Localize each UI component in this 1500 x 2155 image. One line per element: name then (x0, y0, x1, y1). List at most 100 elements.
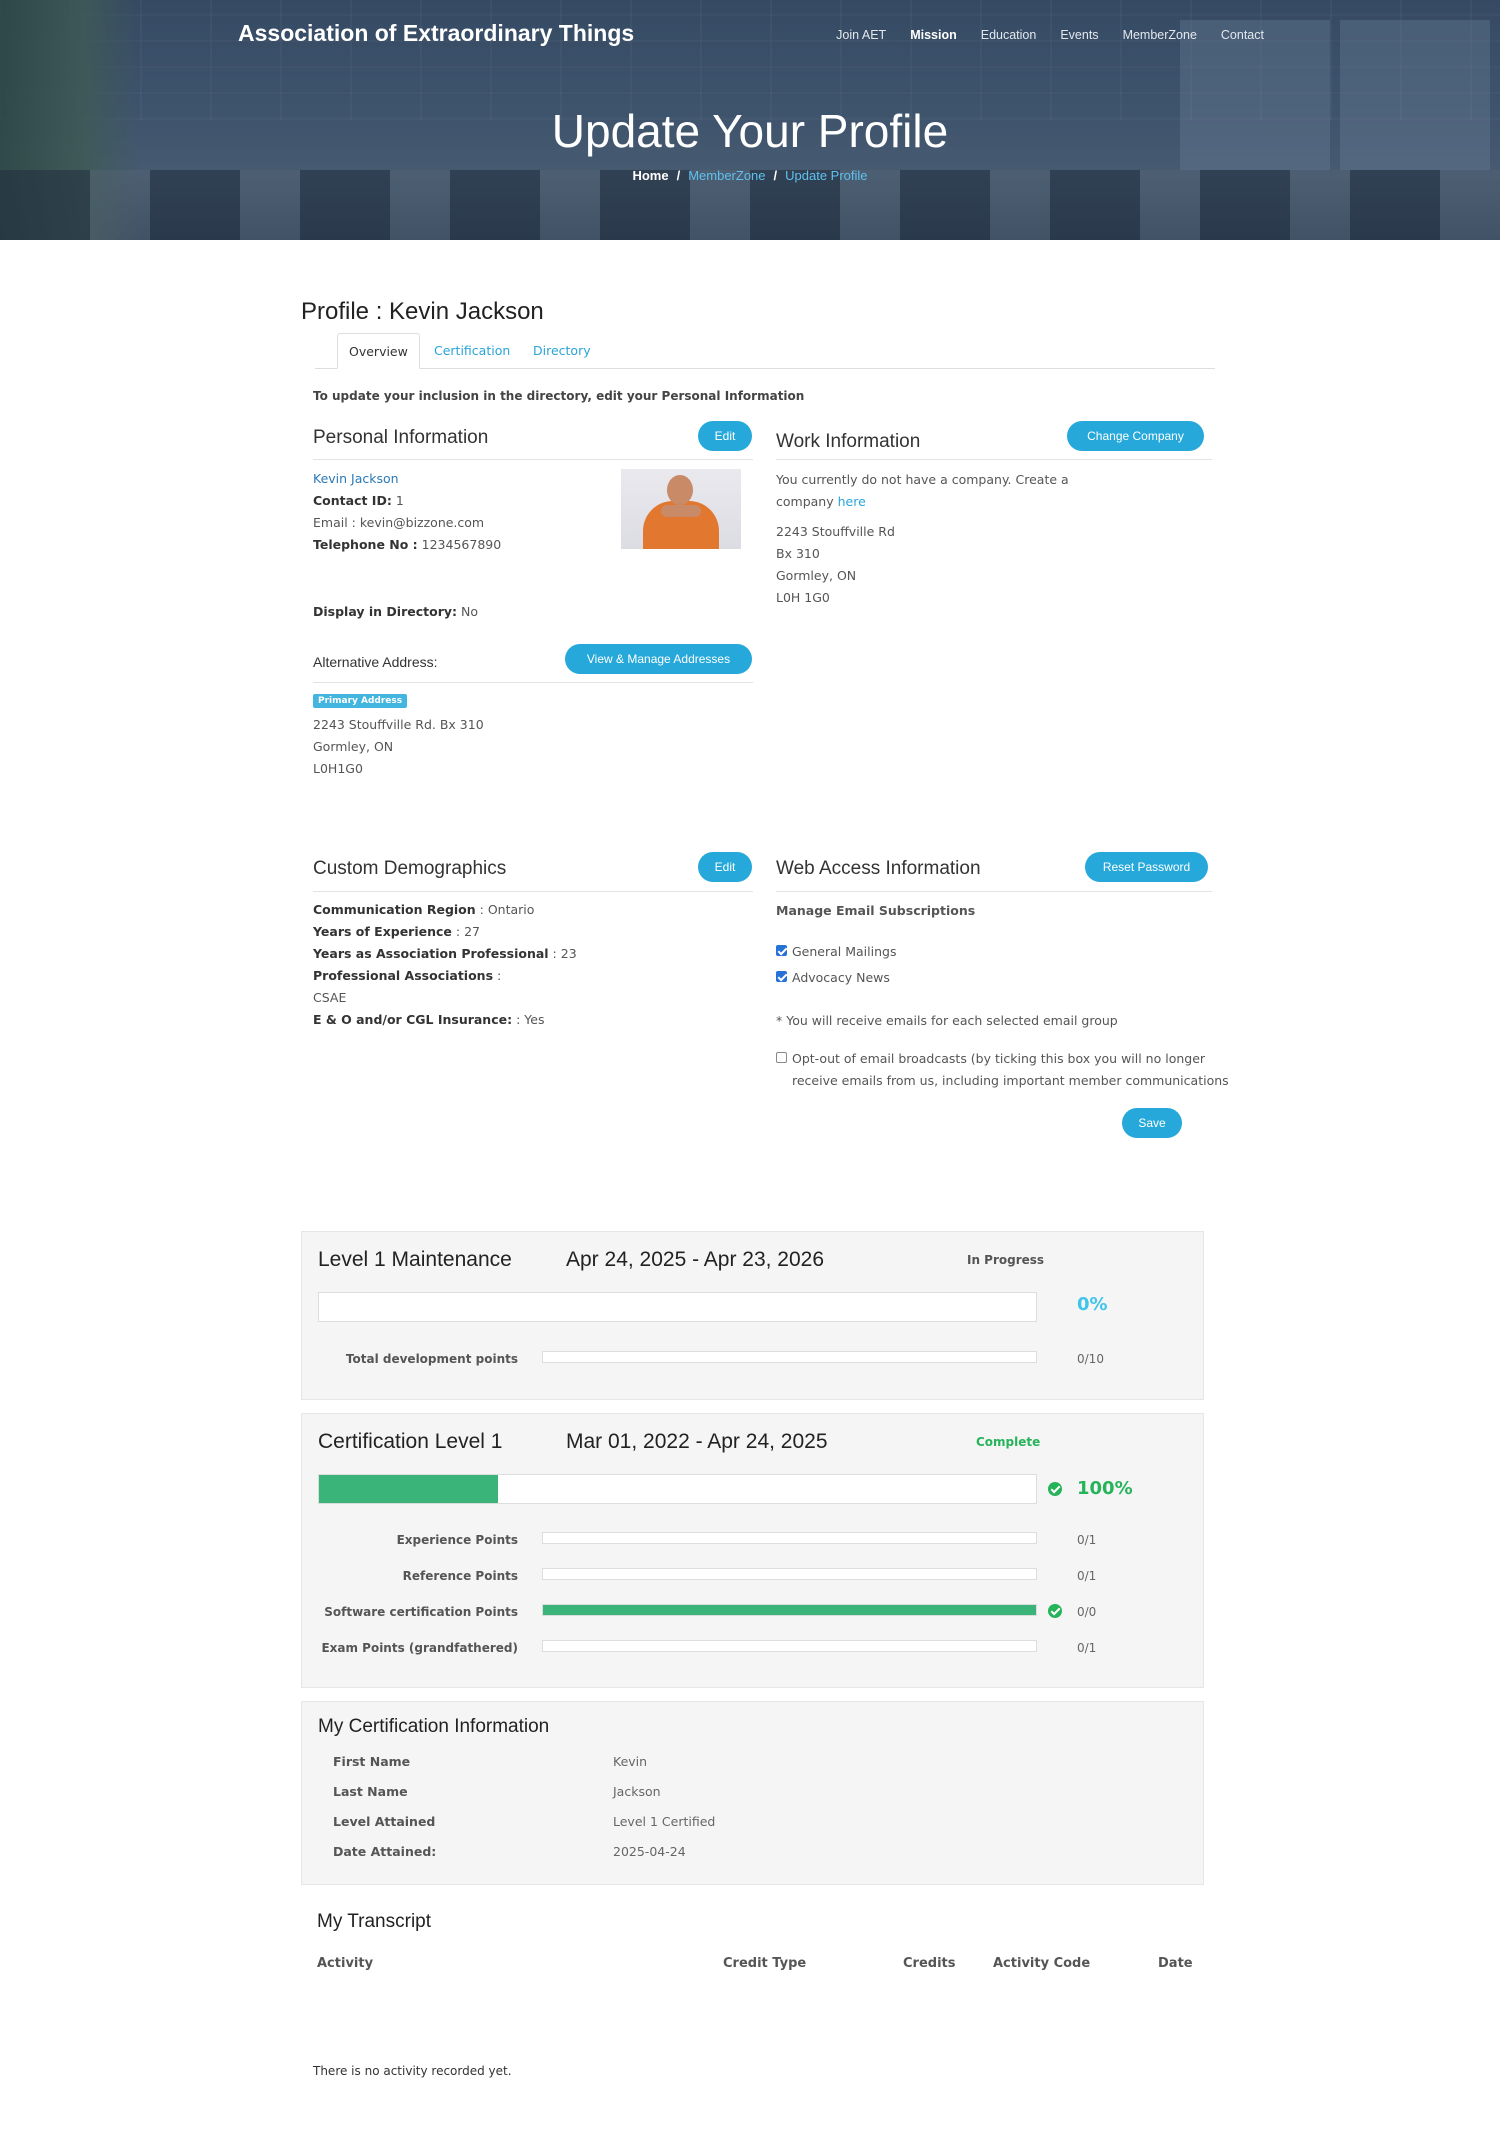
photo-head (667, 475, 693, 505)
no-company-text: You currently do not have a company. Cre… (776, 472, 1069, 487)
tab-directory[interactable]: Directory (522, 333, 602, 369)
advocacy-news-checkbox[interactable] (776, 971, 787, 982)
points-label: Exam Points (grandfathered) (321, 1641, 518, 1655)
nav-join[interactable]: Join AET (836, 28, 886, 42)
alt-address-title: Alternative Address: (313, 654, 438, 670)
transcript-empty: There is no activity recorded yet. (313, 2064, 512, 2078)
member-name-link[interactable]: Kevin Jackson (313, 471, 399, 486)
edit-demographics-button[interactable]: Edit (698, 852, 752, 882)
cert-info-label: Last Name (333, 1784, 408, 1799)
demo-value: Ontario (487, 902, 535, 917)
change-company-button[interactable]: Change Company (1067, 421, 1204, 451)
points-bar (542, 1351, 1037, 1363)
profile-photo (621, 469, 741, 549)
demo-sep: : (493, 968, 502, 983)
demo-label: Years as Association Professional (313, 946, 549, 961)
edit-personal-button[interactable]: Edit (698, 421, 752, 451)
nav-mission[interactable]: Mission (910, 28, 957, 42)
points-value: 0/1 (1077, 1533, 1097, 1547)
no-company-text: company (776, 494, 834, 509)
transcript-title: My Transcript (317, 1911, 432, 1932)
cert-info-label: Level Attained (333, 1814, 436, 1829)
nav-education[interactable]: Education (981, 28, 1037, 42)
work-address-line: Bx 310 (776, 546, 820, 561)
optout-label: Opt-out of email broadcasts (by ticking … (792, 1048, 1229, 1092)
certification-title: Certification Level 1 (318, 1430, 503, 1453)
display-label: Display in Directory: (313, 604, 458, 619)
alt-address-line: 2243 Stouffville Rd. Bx 310 (313, 717, 484, 732)
nav-memberzone[interactable]: MemberZone (1123, 28, 1197, 42)
profile-tabs: Overview Certification Directory (315, 333, 1215, 369)
divider (313, 682, 753, 683)
divider (313, 459, 753, 460)
tab-overview[interactable]: Overview (337, 333, 420, 369)
telephone-value: 1234567890 (421, 537, 502, 552)
points-bar (542, 1604, 1037, 1616)
optout-text: receive emails from us, including import… (792, 1073, 1229, 1088)
primary-address-badge: Primary Address (313, 694, 408, 708)
contact-id-value: 1 (395, 493, 404, 508)
transcript-col-activity-code[interactable]: Activity Code (993, 1956, 1090, 1971)
general-mailings-label: General Mailings (792, 944, 897, 959)
optout-checkbox[interactable] (776, 1052, 787, 1063)
nav-events[interactable]: Events (1060, 28, 1098, 42)
cert-info-value: 2025-04-24 (613, 1844, 686, 1859)
subscription-note: * You will receive emails for each selec… (776, 1013, 1118, 1028)
certification-progress-fill (319, 1475, 499, 1503)
breadcrumb-home[interactable]: Home (632, 168, 668, 183)
transcript-col-activity[interactable]: Activity (317, 1956, 373, 1971)
demo-sep: : (548, 946, 561, 961)
transcript-col-credits[interactable]: Credits (903, 1956, 955, 1971)
manage-addresses-button[interactable]: View & Manage Addresses (565, 644, 752, 674)
demo-sep: : (451, 924, 465, 939)
points-value: 0/0 (1077, 1605, 1097, 1619)
work-info-title: Work Information (776, 431, 921, 452)
points-value: 0/1 (1077, 1641, 1097, 1655)
transcript-col-date[interactable]: Date (1158, 1956, 1193, 1971)
points-label: Experience Points (396, 1533, 518, 1547)
personal-info-title: Personal Information (313, 427, 489, 448)
general-mailings-checkbox[interactable] (776, 945, 787, 956)
nav-contact[interactable]: Contact (1221, 28, 1264, 42)
demo-sep: : (475, 902, 488, 917)
breadcrumb-memberzone[interactable]: MemberZone (688, 168, 765, 183)
alt-address-line: Gormley, ON (313, 739, 394, 754)
directory-intro: To update your inclusion in the director… (313, 389, 805, 403)
advocacy-news-label: Advocacy News (792, 970, 890, 985)
breadcrumb: Home / MemberZone / Update Profile (632, 168, 868, 183)
points-bar (542, 1640, 1037, 1652)
demo-value: 27 (464, 924, 480, 939)
work-no-company: You currently do not have a company. Cre… (776, 469, 1069, 513)
demo-value: 23 (560, 946, 577, 961)
reset-password-button[interactable]: Reset Password (1085, 852, 1208, 882)
cert-info-value: Jackson (613, 1784, 661, 1799)
hero-banner: Association of Extraordinary Things Join… (0, 0, 1500, 240)
demo-label: Communication Region (313, 902, 476, 917)
work-address-line: L0H 1G0 (776, 590, 830, 605)
points-label: Total development points (345, 1352, 518, 1366)
divider (313, 891, 753, 892)
email-label: Email : (313, 515, 356, 530)
save-button[interactable]: Save (1122, 1108, 1182, 1138)
cert-info-label: First Name (333, 1754, 411, 1769)
profile-title: Profile : Kevin Jackson (301, 298, 544, 325)
points-value: 0/1 (1077, 1569, 1097, 1583)
create-company-link[interactable]: here (838, 494, 866, 509)
demographics-title: Custom Demographics (313, 858, 507, 879)
telephone-label: Telephone No : (313, 537, 418, 552)
check-circle-icon (1048, 1604, 1062, 1618)
demo-label: Professional Associations (313, 968, 494, 983)
photo-arm (661, 505, 701, 517)
breadcrumb-current[interactable]: Update Profile (785, 168, 867, 183)
site-brand[interactable]: Association of Extraordinary Things (238, 20, 634, 47)
transcript-col-credit-type[interactable]: Credit Type (723, 1956, 806, 1971)
certification-status: Complete (976, 1435, 1041, 1449)
points-label: Software certification Points (324, 1605, 518, 1619)
demo-label: Years of Experience (313, 924, 452, 939)
web-access-title: Web Access Information (776, 858, 981, 879)
points-label: Reference Points (402, 1569, 518, 1583)
maintenance-progress-bar (318, 1292, 1037, 1322)
maintenance-status: In Progress (967, 1253, 1045, 1267)
tab-certification[interactable]: Certification (423, 333, 521, 369)
optout-text: Opt-out of email broadcasts (by ticking … (792, 1051, 1206, 1066)
